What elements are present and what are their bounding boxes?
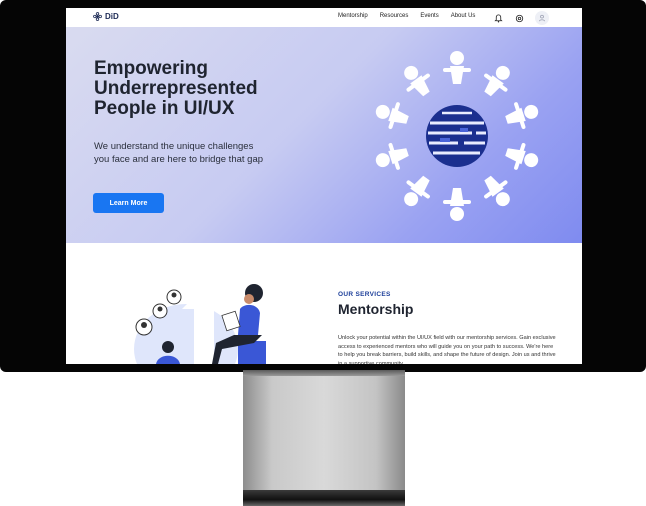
website-screen: DiD Mentorship Resources Events About Us…: [66, 8, 582, 364]
services-section: OUR SERVICES Mentorship Unlock your pote…: [66, 243, 582, 364]
nav-link-about-us[interactable]: About Us: [451, 13, 476, 19]
mentorship-illustration: [134, 284, 266, 364]
brand-name: DiD: [105, 12, 119, 21]
user-avatar-button[interactable]: [535, 11, 549, 25]
nav-links: Mentorship Resources Events About Us: [338, 13, 487, 19]
globe-icon: [426, 105, 488, 167]
monitor-stand-top: [243, 370, 405, 376]
bell-icon[interactable]: [493, 13, 504, 24]
services-eyebrow: OUR SERVICES: [338, 291, 391, 298]
nav-link-events[interactable]: Events: [420, 13, 438, 19]
monitor-stand: [243, 370, 405, 496]
services-title: Mentorship: [338, 301, 414, 317]
brand-logo[interactable]: DiD: [93, 12, 119, 21]
nav-icon-group: [493, 11, 549, 25]
settings-icon[interactable]: [514, 13, 525, 24]
globe-with-people-illustration: [375, 51, 539, 221]
hero-section: Empowering Underrepresented People in UI…: [66, 27, 582, 243]
flower-logo-icon: [93, 12, 102, 21]
hero-title: Empowering Underrepresented People in UI…: [94, 58, 258, 119]
nav-link-mentorship[interactable]: Mentorship: [338, 13, 368, 19]
top-navbar: DiD Mentorship Resources Events About Us: [66, 8, 582, 27]
monitor-stand-base: [243, 490, 405, 506]
hero-subtitle: We understand the unique challenges you …: [94, 141, 264, 165]
nav-link-resources[interactable]: Resources: [380, 13, 409, 19]
learn-more-button[interactable]: Learn More: [93, 193, 164, 213]
services-description: Unlock your potential within the UI/UX f…: [338, 335, 556, 364]
user-icon: [539, 14, 545, 22]
